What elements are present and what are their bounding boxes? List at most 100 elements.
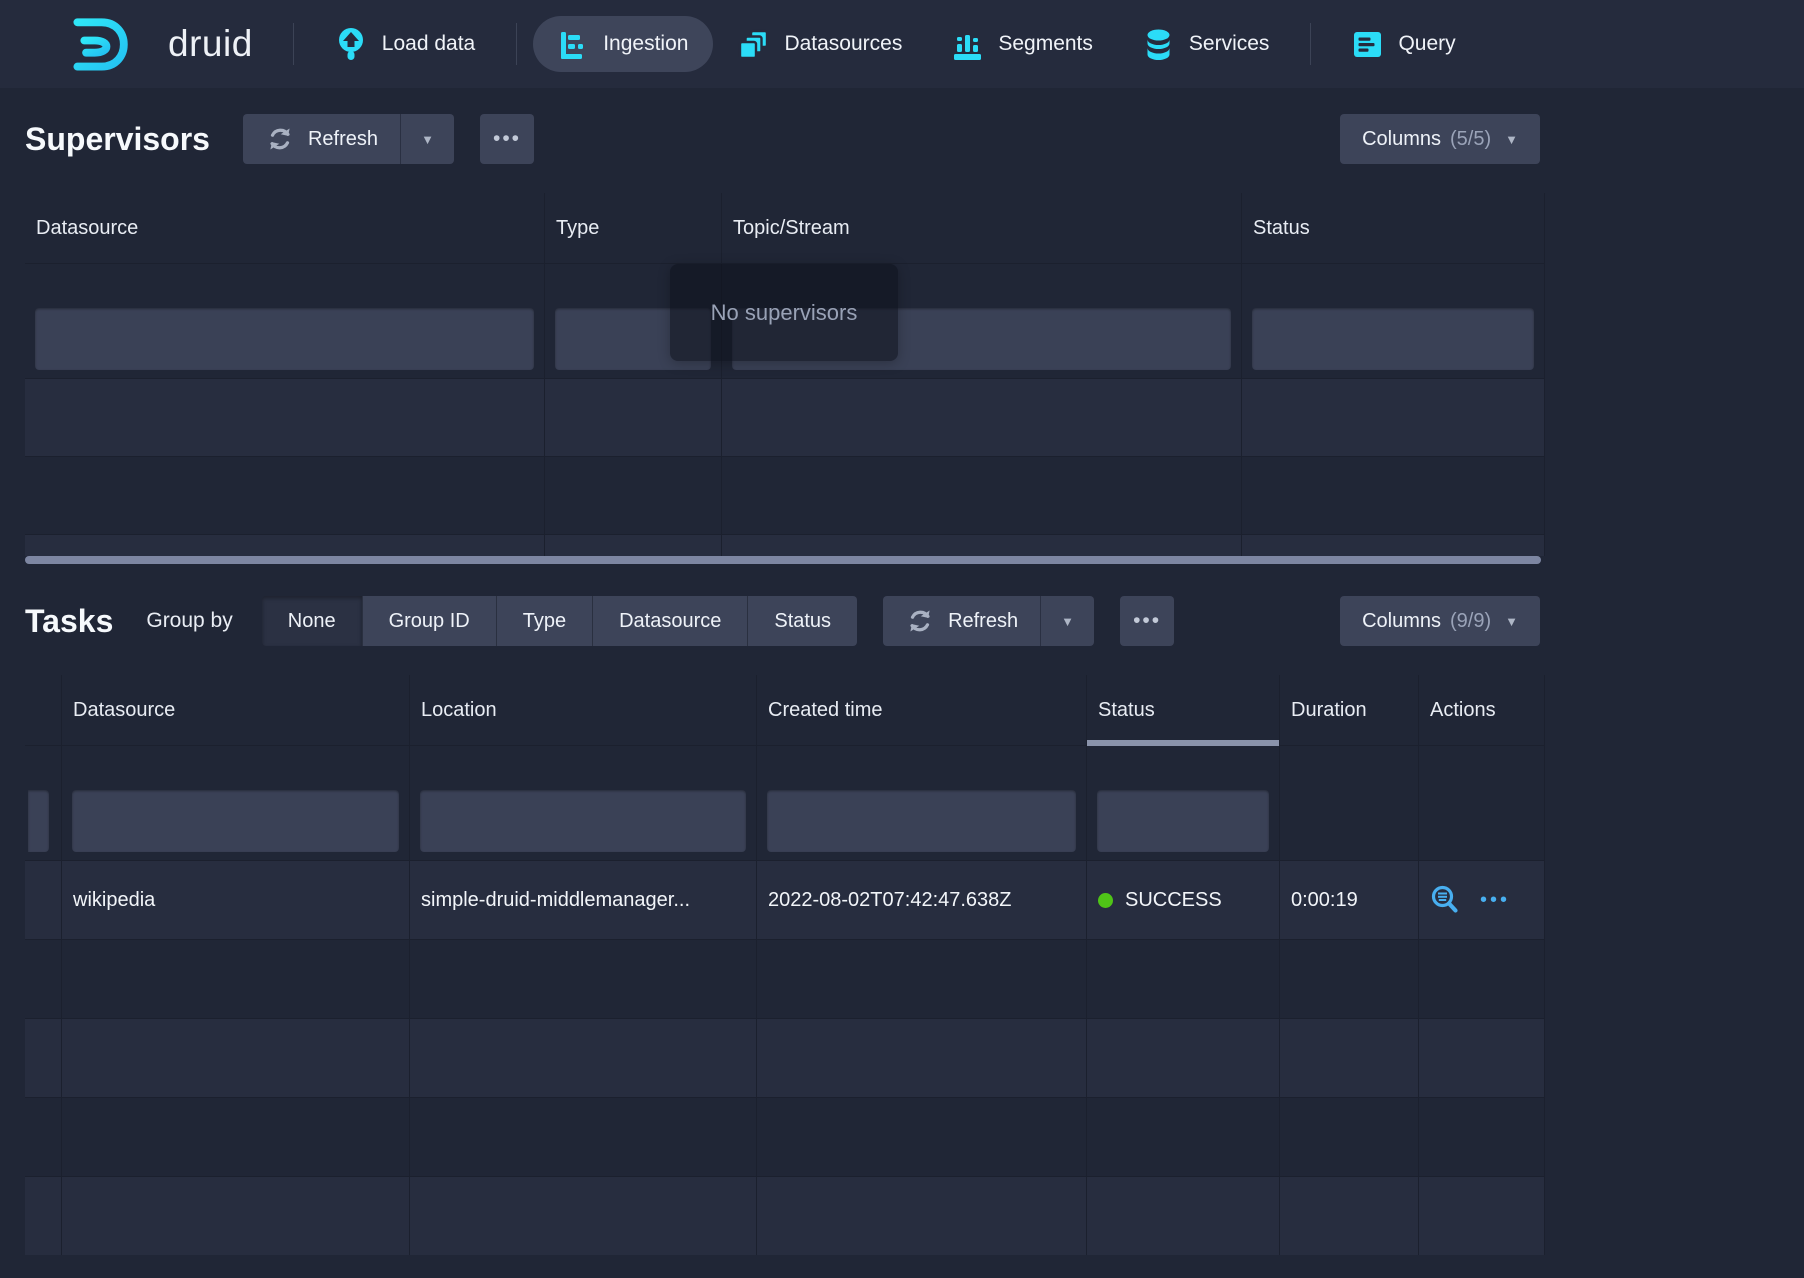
tasks-refresh-caret-button[interactable]: ▼ [1040,596,1094,646]
nav-item-label: Ingestion [603,32,688,56]
task-datasource: wikipedia [62,861,410,939]
empty-table-row [25,1018,1545,1097]
supervisors-refresh-button[interactable]: Refresh [243,114,400,164]
more-icon: ••• [493,127,521,151]
column-header-location[interactable]: Location [410,675,757,746]
tasks-header-row: Datasource Location Created time Status … [25,675,1545,746]
ingestion-icon [558,29,588,59]
empty-table-row [25,456,1545,534]
tasks-refresh-button[interactable]: Refresh [883,596,1040,646]
supervisors-header: Supervisors Refresh ▼ ••• Columns (5 [25,114,1540,164]
status-filter-input[interactable] [1252,308,1534,370]
status-filter-input[interactable] [1097,790,1269,852]
column-header-datasource[interactable]: Datasource [25,193,545,264]
refresh-label: Refresh [308,128,378,151]
supervisors-table: Datasource Type Topic/Stream Status No s… [25,193,1545,564]
tasks-more-button[interactable]: ••• [1120,596,1174,646]
tasks-title: Tasks [25,603,113,640]
tasks-refresh-split-button: Refresh ▼ [883,596,1094,646]
top-nav: druid Load data Ingest [0,0,1804,88]
empty-table-row [25,378,1545,456]
task-row-wikipedia[interactable]: wikipedia simple-druid-middlemanager... … [25,860,1545,939]
task-duration: 0:00:19 [1280,861,1419,939]
refresh-icon [905,606,935,636]
supervisors-title: Supervisors [25,121,210,158]
clipped-filter-input[interactable] [28,790,49,852]
supervisors-more-button[interactable]: ••• [480,114,534,164]
group-by-group-id-button[interactable]: Group ID [362,596,496,646]
nav-item-label: Query [1398,32,1455,56]
nav-item-label: Services [1189,32,1270,56]
nav-divider [1310,23,1311,65]
more-icon: ••• [1133,609,1161,633]
nav-item-label: Segments [998,32,1093,56]
chevron-down-icon: ▼ [1061,615,1074,628]
group-by-type-button[interactable]: Type [496,596,592,646]
column-header-topic-stream[interactable]: Topic/Stream [722,193,1242,264]
nav-divider [293,23,294,65]
empty-table-row [25,1176,1545,1255]
empty-table-row [25,939,1545,1018]
column-header-status[interactable]: Status [1087,675,1280,746]
nav-item-label: Datasources [784,32,902,56]
supervisors-header-row: Datasource Type Topic/Stream Status [25,193,1545,264]
tasks-filter-row [25,746,1545,860]
group-by-status-button[interactable]: Status [747,596,857,646]
druid-logo[interactable]: druid [34,11,253,77]
columns-label: Columns [1362,610,1441,633]
column-header-type[interactable]: Type [545,193,722,264]
task-status: SUCCESS [1087,861,1280,939]
tasks-columns-button[interactable]: Columns (9/9) ▼ [1340,596,1540,646]
tasks-header: Tasks Group by None Group ID Type Dataso… [25,596,1540,646]
chevron-down-icon: ▼ [421,133,434,146]
status-badge: SUCCESS [1125,889,1222,912]
column-header-status[interactable]: Status [1242,193,1545,264]
refresh-icon [265,124,295,154]
brand-name: druid [168,23,253,65]
nav-item-label: Load data [382,32,475,56]
status-dot [1098,893,1113,908]
columns-count: (5/5) [1450,128,1491,151]
no-supervisors-message: No supervisors [670,264,898,361]
nav-divider [516,23,517,65]
nav-item-load-data[interactable]: Load data [310,16,500,72]
column-header-actions[interactable]: Actions [1419,675,1545,746]
supervisors-refresh-split-button: Refresh ▼ [243,114,454,164]
datasources-icon [738,29,769,60]
empty-table-row [25,1097,1545,1176]
datasource-filter-input[interactable] [72,790,399,852]
column-header-clipped[interactable] [25,675,62,746]
created-time-filter-input[interactable] [767,790,1076,852]
task-location: simple-druid-middlemanager... [410,861,757,939]
supervisors-columns-button[interactable]: Columns (5/5) ▼ [1340,114,1540,164]
group-by-datasource-button[interactable]: Datasource [592,596,747,646]
group-by-none-button[interactable]: None [262,596,362,646]
column-header-duration[interactable]: Duration [1280,675,1419,746]
nav-item-datasources[interactable]: Datasources [713,16,927,72]
chevron-down-icon: ▼ [1505,615,1518,628]
druid-logo-icon [34,11,152,77]
supervisors-refresh-caret-button[interactable]: ▼ [400,114,454,164]
task-more-actions-icon[interactable]: ••• [1480,889,1510,912]
empty-table-row [25,534,1545,556]
column-header-created-time[interactable]: Created time [757,675,1087,746]
task-details-magnifier-icon[interactable] [1430,885,1460,915]
query-icon [1352,29,1383,60]
columns-count: (9/9) [1450,610,1491,633]
task-actions: ••• [1419,861,1545,939]
column-header-datasource[interactable]: Datasource [62,675,410,746]
segments-icon [952,29,983,60]
refresh-label: Refresh [948,610,1018,633]
datasource-filter-input[interactable] [35,308,534,370]
location-filter-input[interactable] [420,790,746,852]
nav-item-ingestion[interactable]: Ingestion [533,16,713,72]
nav-item-query[interactable]: Query [1327,16,1480,72]
group-by-label: Group by [146,609,232,633]
nav-item-segments[interactable]: Segments [927,16,1118,72]
load-data-icon [335,27,367,61]
task-created-time: 2022-08-02T07:42:47.638Z [757,861,1087,939]
nav-item-services[interactable]: Services [1118,16,1295,72]
group-by-segmented-control: None Group ID Type Datasource Status [262,596,857,646]
horizontal-scrollbar[interactable] [25,556,1541,564]
services-icon [1143,28,1174,61]
